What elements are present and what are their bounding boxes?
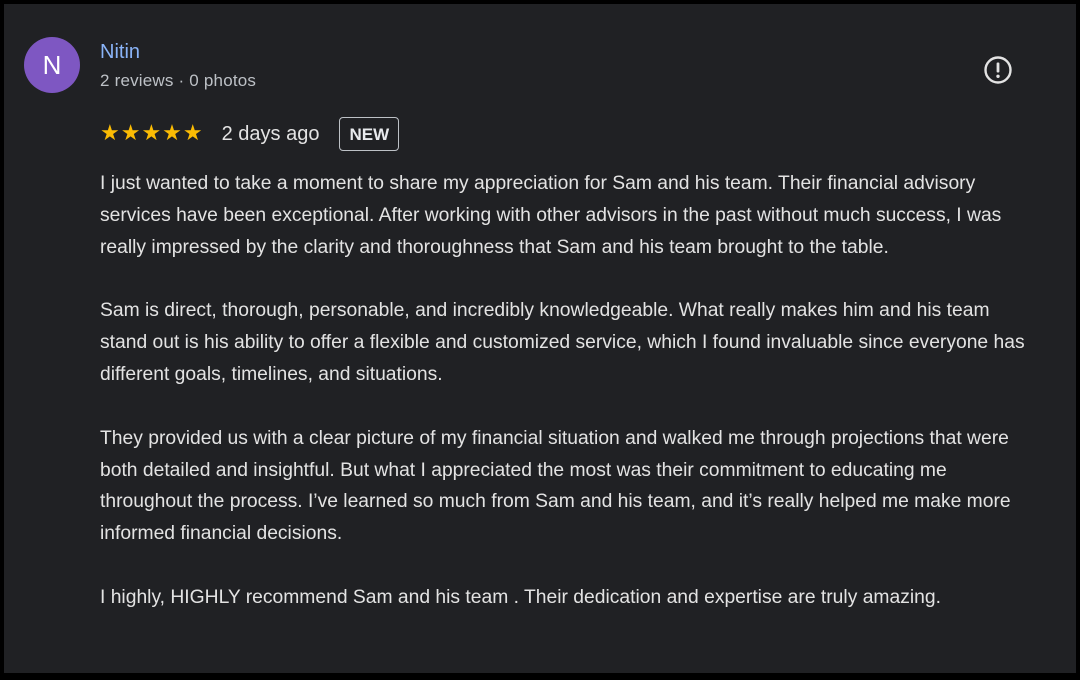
reviewer-meta: 2 reviews · 0 photos <box>100 71 257 90</box>
report-icon <box>984 56 1012 84</box>
review-paragraph: They provided us with a clear picture of… <box>100 427 1011 545</box>
review-paragraph: I just wanted to take a moment to share … <box>100 173 1002 258</box>
review-date: 2 days ago <box>221 123 320 145</box>
review-paragraph: I highly, HIGHLY recommend Sam and his t… <box>100 586 941 608</box>
rating-row: ★★★★★ 2 days ago NEW <box>100 116 400 152</box>
report-review-button[interactable] <box>982 54 1014 86</box>
review-paragraph: Sam is direct, thorough, personable, and… <box>100 300 1025 385</box>
review-card: N Nitin 2 reviews · 0 photos ★★★★★ 2 day… <box>4 4 1076 673</box>
new-badge: NEW <box>339 117 400 151</box>
review-text: I just wanted to take a moment to share … <box>100 168 1040 646</box>
avatar[interactable]: N <box>24 37 80 93</box>
star-rating: ★★★★★ <box>100 121 204 146</box>
reviewer-name-link[interactable]: Nitin <box>100 40 140 64</box>
